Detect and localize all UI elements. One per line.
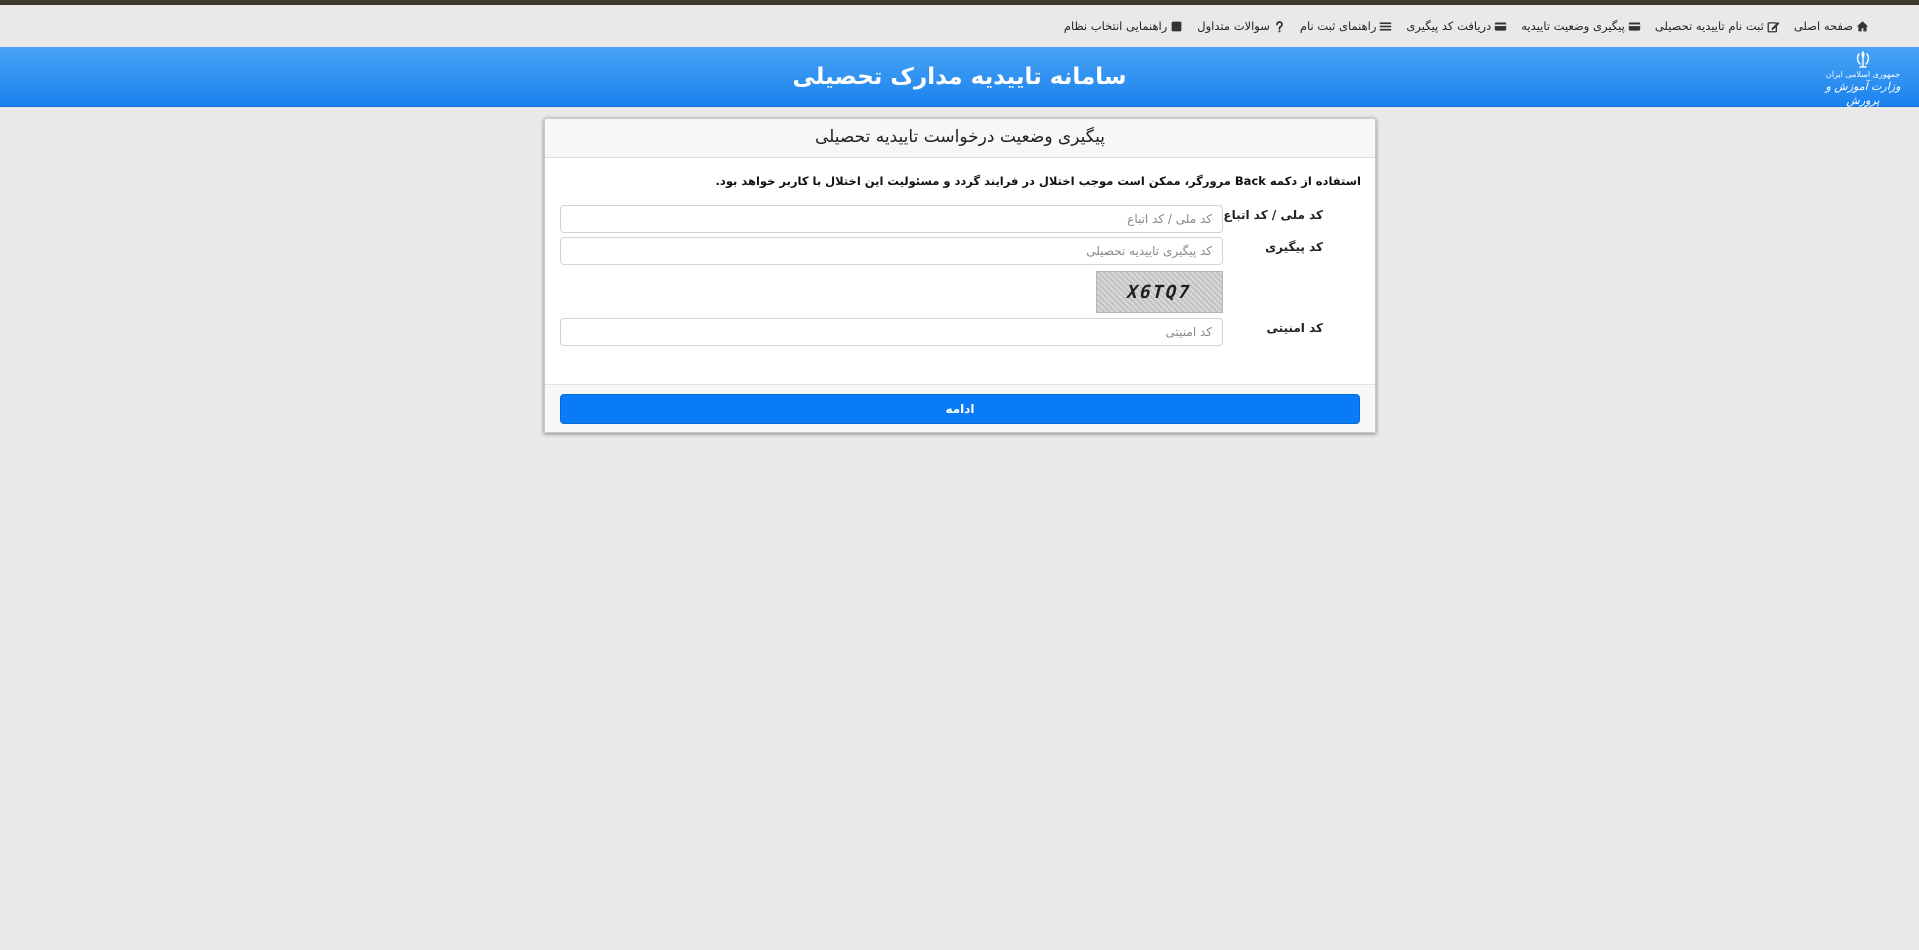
list-icon bbox=[1380, 21, 1392, 31]
header-banner: سامانه تاییدیه مدارک تحصیلی جمهوری اسلام… bbox=[0, 47, 1919, 107]
nav-item-register[interactable]: ثبت نام تاییدیه تحصیلی bbox=[1655, 19, 1780, 33]
nav-item-label: دریافت کد پیگیری bbox=[1406, 19, 1492, 33]
book-icon bbox=[1171, 21, 1182, 31]
nav-item-label: صفحه اصلی bbox=[1793, 19, 1853, 33]
security-code-input[interactable] bbox=[560, 318, 1223, 346]
captcha-image: X6TQ7 bbox=[1096, 271, 1223, 313]
continue-button[interactable]: ادامه bbox=[560, 394, 1360, 424]
logo-line-1: جمهوری اسلامی ایران bbox=[1825, 70, 1901, 79]
tracking-code-input[interactable] bbox=[560, 237, 1223, 265]
nav-item-label: راهنمای ثبت نام bbox=[1299, 19, 1377, 33]
nav-item-get-tracking-code[interactable]: دریافت کد پیگیری bbox=[1406, 19, 1507, 33]
nav-item-home[interactable]: صفحه اصلی bbox=[1794, 19, 1869, 33]
site-title: سامانه تاییدیه مدارک تحصیلی bbox=[792, 64, 1127, 90]
emblem-icon bbox=[1856, 51, 1870, 68]
card-title: پیگیری وضعیت درخواست تاییدیه تحصیلی bbox=[545, 119, 1375, 158]
nav-item-label: سوالات متداول bbox=[1197, 19, 1270, 33]
top-navigation: صفحه اصلی ثبت نام تاییدیه تحصیلی پیگیری … bbox=[0, 5, 1919, 47]
back-button-notice: استفاده از دکمه Back مرورگر، ممکن است مو… bbox=[715, 174, 1361, 188]
logo-line-2: وزارت آموزش و پرورش bbox=[1825, 80, 1901, 107]
nav-item-system-selection-guide[interactable]: راهنمایی انتخاب نظام bbox=[1064, 19, 1183, 33]
captcha-text: X6TQ7 bbox=[1124, 281, 1195, 303]
ministry-logo: جمهوری اسلامی ایران وزارت آموزش و پرورش bbox=[1821, 51, 1905, 107]
card-icon bbox=[1495, 21, 1507, 31]
card-icon bbox=[1628, 21, 1640, 31]
nav-item-registration-guide[interactable]: راهنمای ثبت نام bbox=[1300, 19, 1393, 33]
edit-icon bbox=[1767, 21, 1780, 32]
nav-item-track-status[interactable]: پیگیری وضعیت تاییدیه bbox=[1521, 19, 1641, 33]
home-icon bbox=[1856, 20, 1869, 31]
national-code-input[interactable] bbox=[560, 205, 1223, 233]
nav-item-label: پیگیری وضعیت تاییدیه bbox=[1521, 19, 1625, 33]
nav-item-label: ثبت نام تاییدیه تحصیلی bbox=[1654, 19, 1764, 33]
nav-item-faq[interactable]: سوالات متداول bbox=[1197, 19, 1286, 33]
nav-item-label: راهنمایی انتخاب نظام bbox=[1063, 19, 1168, 33]
tracking-card: پیگیری وضعیت درخواست تاییدیه تحصیلی استف… bbox=[544, 118, 1376, 433]
question-icon bbox=[1276, 20, 1283, 32]
